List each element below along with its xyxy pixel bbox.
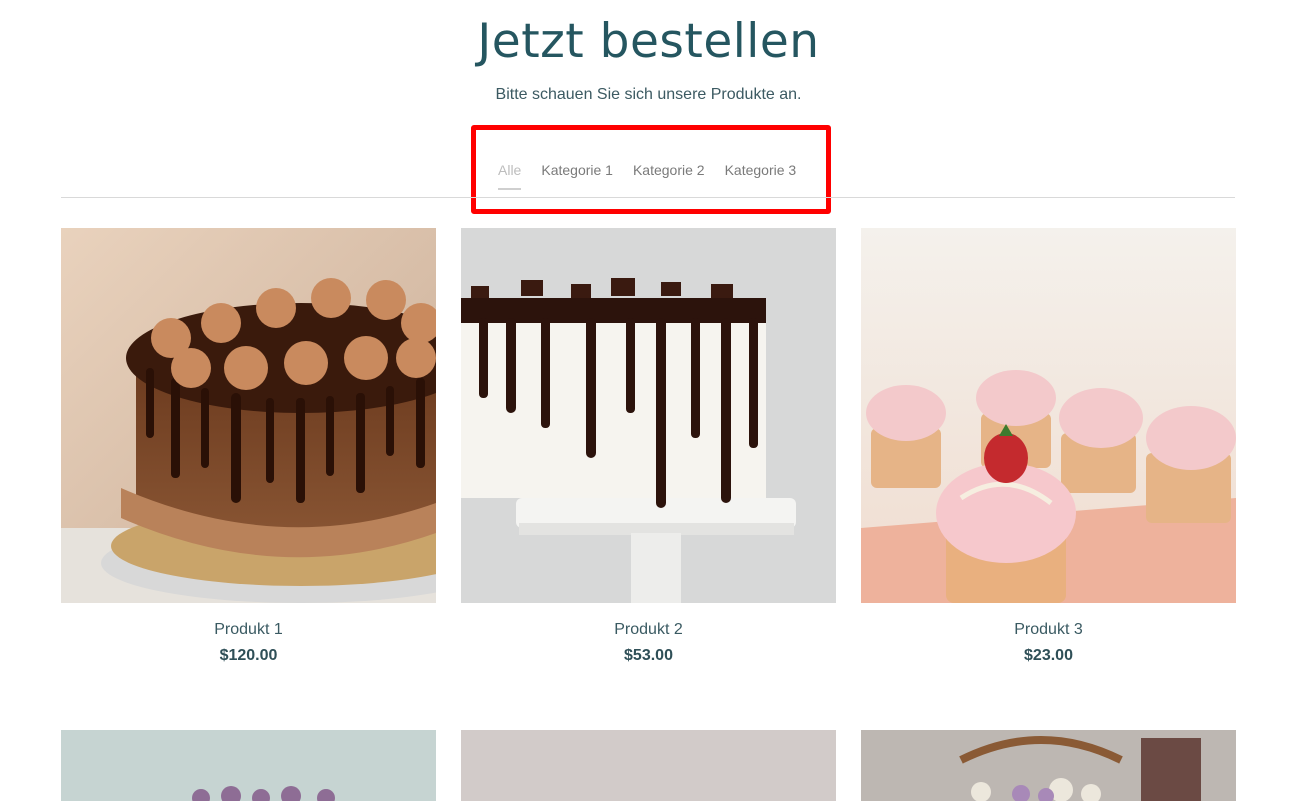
product-price: $120.00 <box>219 647 278 664</box>
product-image-white-cake[interactable] <box>461 228 836 603</box>
product-image-chocolate-cake[interactable] <box>61 228 436 603</box>
product-price: $53.00 <box>624 647 673 664</box>
product-name[interactable]: Produkt 2 <box>461 621 836 639</box>
product-card[interactable]: Produkt 3 $23.00 <box>861 228 1236 665</box>
page-title: Jetzt bestellen <box>477 14 820 69</box>
product-image-cupcakes[interactable] <box>861 228 1236 603</box>
product-card[interactable]: Produkt 1 $120.00 <box>61 228 436 665</box>
tabs-divider <box>61 197 1235 198</box>
tab-kategorie-3[interactable]: Kategorie 3 <box>725 162 797 190</box>
page-subtitle: Bitte schauen Sie sich unsere Produkte a… <box>495 86 802 103</box>
tab-kategorie-1[interactable]: Kategorie 1 <box>541 162 613 190</box>
tab-kategorie-2[interactable]: Kategorie 2 <box>633 162 705 190</box>
category-filter-tabs: Alle Kategorie 1 Kategorie 2 Kategorie 3 <box>498 162 796 190</box>
product-price: $23.00 <box>1024 647 1073 664</box>
product-image-flower-tray[interactable] <box>861 730 1236 801</box>
product-image-floral-cake[interactable] <box>61 730 436 801</box>
tab-alle[interactable]: Alle <box>498 162 522 190</box>
product-name[interactable]: Produkt 3 <box>861 621 1236 639</box>
product-card[interactable]: Produkt 2 $53.00 <box>461 228 836 665</box>
product-image-grey-cake[interactable] <box>461 730 836 801</box>
product-name[interactable]: Produkt 1 <box>61 621 436 639</box>
